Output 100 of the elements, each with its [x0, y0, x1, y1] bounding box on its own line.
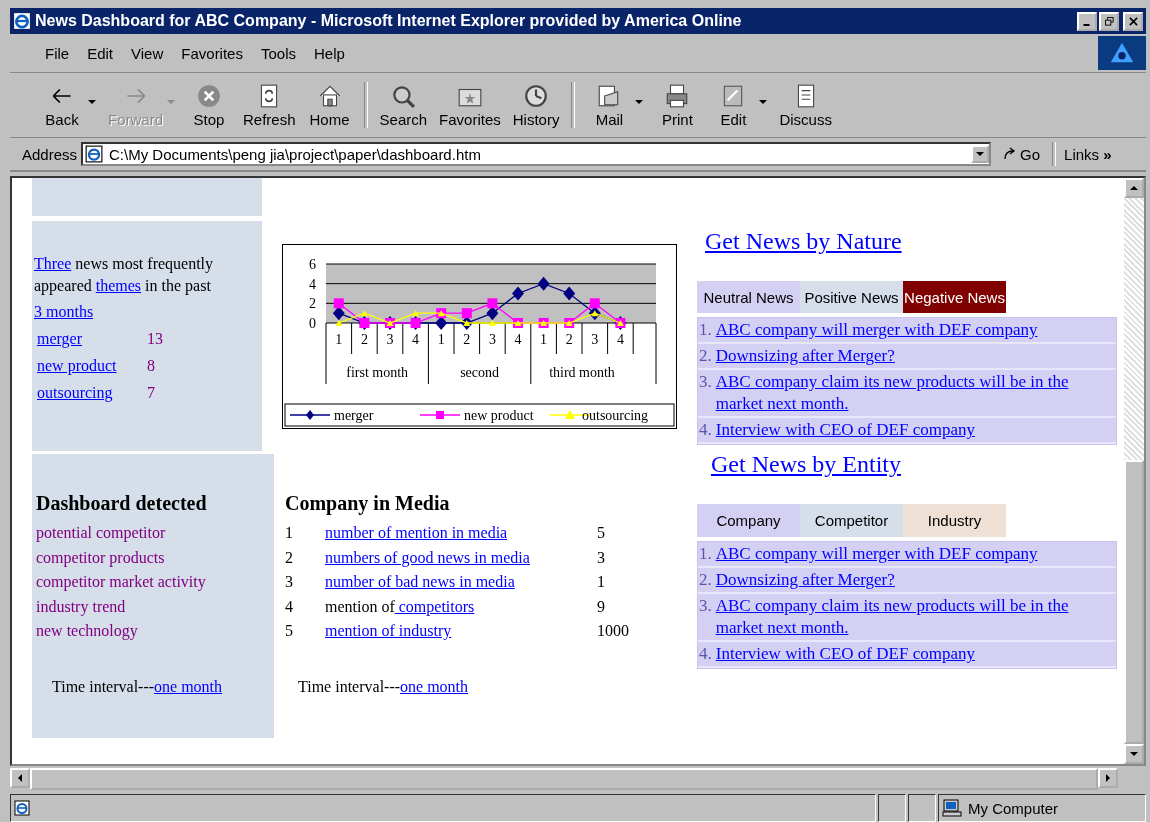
theme-count: 8: [147, 357, 155, 375]
text-link[interactable]: themes: [95, 277, 142, 294]
x-tick-label: 3: [488, 332, 496, 347]
item-number: 1.: [699, 543, 712, 565]
legend-label: merger: [334, 408, 374, 423]
metric-value: 5: [597, 523, 606, 543]
metric-link[interactable]: competitors: [394, 597, 475, 615]
toolbar-button[interactable]: Edit: [705, 80, 762, 130]
metric-link[interactable]: number of mention in media: [325, 524, 508, 541]
news-tab[interactable]: Neutral News: [697, 281, 800, 313]
toolbar-button[interactable]: Refresh: [237, 80, 302, 130]
menu-item[interactable]: File: [36, 44, 79, 62]
section-heading: Dashboard detected: [36, 492, 208, 515]
toolbar-button[interactable]: Back: [34, 80, 90, 130]
row-number: 1: [285, 523, 294, 543]
menu-item[interactable]: Help: [305, 44, 354, 62]
metric-link[interactable]: mention of industry: [325, 622, 452, 639]
metric-link[interactable]: number of bad news in media: [325, 573, 515, 590]
legend-label: outsourcing: [582, 408, 649, 423]
row-number: 4: [285, 596, 294, 617]
theme-link[interactable]: outsourcing: [37, 384, 147, 402]
y-tick-label: 4: [309, 276, 316, 292]
x-tick-label: 4: [616, 332, 624, 347]
metric-value: 3: [597, 547, 606, 568]
news-link[interactable]: Interview with CEO of DEF company: [715, 419, 1115, 441]
dashboard-item: new technology: [36, 621, 139, 642]
x-tick-label: 3: [591, 332, 599, 347]
item-number: 2.: [699, 345, 712, 367]
entity-tab[interactable]: Company: [697, 504, 800, 537]
go-button[interactable]: Go: [995, 145, 1049, 163]
menu-item[interactable]: Edit: [78, 44, 123, 62]
toolbar-button[interactable]: Home: [301, 80, 358, 130]
section-link[interactable]: Get News by Entity: [711, 451, 901, 478]
item-number: 3.: [699, 371, 712, 393]
news-link[interactable]: ABC company will merger with DEF company: [715, 319, 1115, 341]
zone-label: My Computer: [968, 799, 1059, 817]
section-heading: Company in Media: [285, 492, 451, 515]
category-group-label: third month: [549, 365, 615, 380]
news-tab[interactable]: Positive News: [800, 281, 903, 313]
interval-link[interactable]: one month: [154, 677, 223, 695]
news-link[interactable]: ABC company claim its new products will be in the market next month.: [715, 371, 1115, 415]
x-tick-label: 2: [360, 332, 368, 347]
item-number: 4.: [699, 643, 712, 665]
dashboard-item: competitor products: [36, 547, 166, 569]
links-button[interactable]: Links »: [1060, 145, 1116, 163]
toolbar-button[interactable]: Print: [649, 80, 706, 130]
news-link[interactable]: ABC company will merger with DEF company: [715, 543, 1115, 565]
toolbar-button[interactable]: History: [506, 80, 566, 130]
metric-value: 9: [597, 596, 606, 617]
interval-link[interactable]: one month: [400, 677, 469, 695]
toolbar-button[interactable]: Favorites: [433, 80, 507, 130]
toolbar-button[interactable]: Mail: [581, 80, 638, 130]
dashboard-item: industry trend: [36, 596, 127, 618]
x-tick-label: 3: [386, 332, 394, 347]
y-tick-label: 2: [309, 296, 316, 312]
theme-link[interactable]: new product: [37, 357, 147, 375]
address-field[interactable]: C:\My Documents\peng jia\project\paper\dashboard.htm: [81, 142, 992, 166]
row-number: 2: [285, 547, 294, 568]
theme-count: 7: [147, 384, 155, 402]
x-tick-label: 4: [514, 332, 522, 347]
section-link[interactable]: Get News by Nature: [705, 228, 902, 255]
x-tick-label: 4: [412, 332, 420, 347]
item-number: 1.: [699, 319, 712, 341]
interval-text: Time interval---one month: [298, 677, 470, 696]
y-tick-label: 0: [309, 316, 316, 331]
item-number: 3.: [699, 595, 712, 617]
period-link[interactable]: 3 months: [34, 303, 94, 321]
x-tick-label: 2: [565, 332, 573, 347]
y-tick-label: 6: [309, 257, 316, 272]
metric-link[interactable]: numbers of good news in media: [325, 548, 530, 566]
entity-tab[interactable]: Competitor: [800, 504, 903, 537]
metric-value: 1: [597, 572, 606, 592]
theme-link[interactable]: merger: [37, 330, 147, 348]
menu-item[interactable]: Tools: [251, 44, 305, 62]
category-group-label: first month: [346, 365, 409, 380]
toolbar-button[interactable]: Discuss: [773, 80, 838, 130]
news-link[interactable]: Downsizing after Merger?: [715, 345, 1115, 367]
metric-value: 1000: [597, 621, 630, 641]
news-link[interactable]: ABC company claim its new products will be in the market next month.: [715, 595, 1115, 639]
item-number: 4.: [699, 419, 712, 441]
window-title: News Dashboard for ABC Company - Microsoft Internet Explorer provided by America Online: [35, 12, 743, 30]
x-tick-label: 1: [335, 332, 343, 347]
row-number: 3: [285, 572, 294, 592]
text-link[interactable]: Three: [34, 255, 72, 272]
item-number: 2.: [699, 569, 712, 591]
toolbar-button[interactable]: Stop: [181, 80, 237, 130]
news-link[interactable]: Interview with CEO of DEF company: [715, 643, 1115, 665]
menu-item[interactable]: View: [122, 44, 173, 62]
dashboard-item: competitor market activity: [36, 572, 207, 593]
toolbar-button[interactable]: Search: [373, 80, 434, 130]
news-tab[interactable]: Negative News: [903, 281, 1006, 313]
interval-text: Time interval---one month: [52, 677, 224, 696]
entity-tab[interactable]: Industry: [903, 504, 1006, 537]
address-label: Address: [22, 145, 78, 163]
menu-item[interactable]: Favorites: [172, 44, 252, 62]
category-group-label: second: [460, 365, 500, 380]
x-tick-label: 2: [463, 332, 471, 347]
news-link[interactable]: Downsizing after Merger?: [715, 569, 1115, 591]
x-tick-label: 1: [437, 332, 445, 347]
legend-label: new product: [464, 408, 534, 423]
